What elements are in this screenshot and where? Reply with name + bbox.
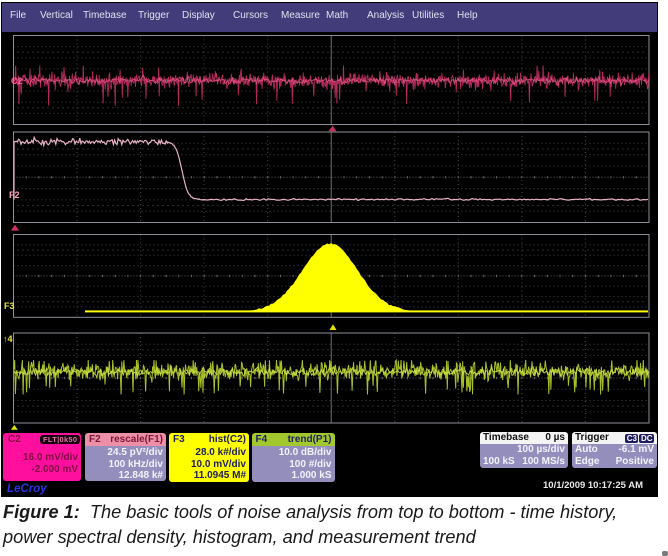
svg-text:C2: C2	[11, 76, 23, 86]
svg-text:F2: F2	[9, 190, 20, 200]
svg-text:↑4: ↑4	[3, 334, 13, 344]
svg-text:F3: F3	[4, 301, 15, 311]
